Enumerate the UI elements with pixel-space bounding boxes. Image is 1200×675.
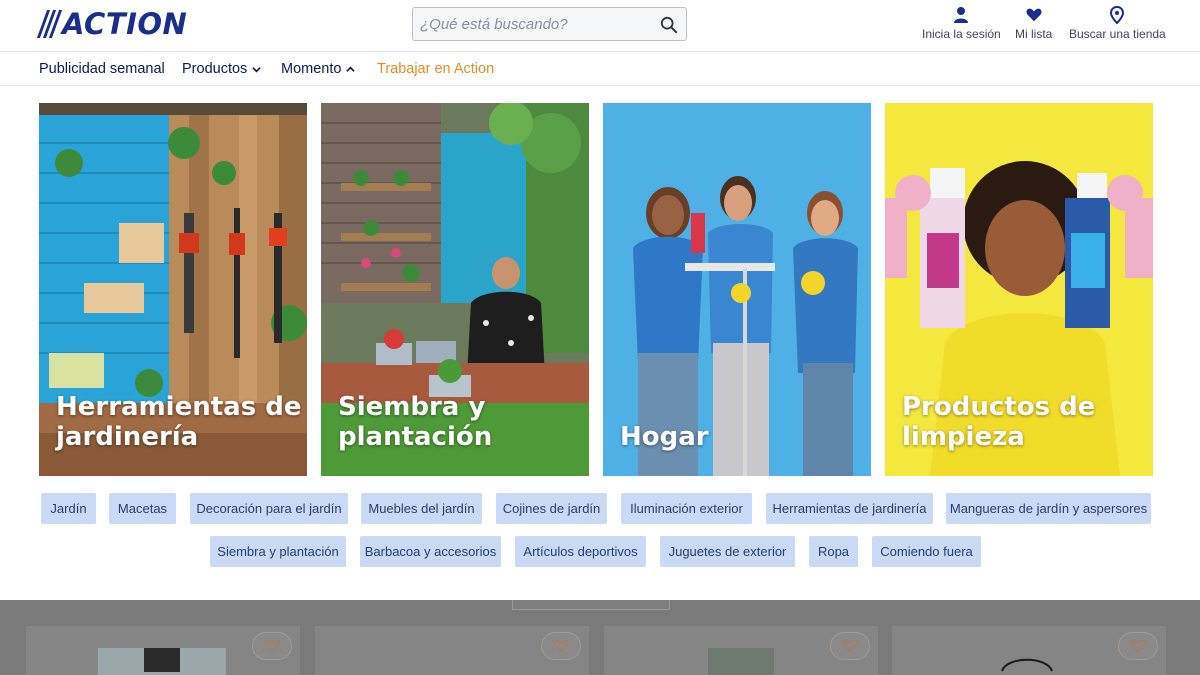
- my-list-label: Mi lista: [1015, 27, 1053, 41]
- heart-outline-icon: [553, 639, 569, 653]
- chip-ropa[interactable]: Ropa: [809, 536, 858, 567]
- nav-products[interactable]: Productos: [182, 61, 261, 77]
- search-icon[interactable]: [660, 16, 678, 34]
- card-title: Siembra y plantación: [338, 392, 493, 452]
- chip-juguetes-exterior[interactable]: Juguetes de exterior: [660, 536, 795, 567]
- find-store-label: Buscar una tienda: [1069, 27, 1166, 41]
- chip-herramientas-jardineria[interactable]: Herramientas de jardinería: [766, 493, 933, 524]
- chip-macetas[interactable]: Macetas: [109, 493, 176, 524]
- heart-outline-icon: [264, 639, 280, 653]
- chip-articulos-deportivos[interactable]: Artículos deportivos: [515, 536, 646, 567]
- main-nav: Publicidad semanal Productos Momento Tra…: [0, 52, 1200, 86]
- nav-jobs-label: Trabajar en Action: [377, 61, 495, 77]
- card-title: Productos de limpieza: [902, 392, 1096, 452]
- location-pin-icon: [1110, 6, 1125, 24]
- search-input[interactable]: [413, 15, 653, 33]
- search-bar: [412, 7, 687, 41]
- login-link[interactable]: Inicia la sesión: [922, 6, 1001, 41]
- nav-weekly-ads[interactable]: Publicidad semanal: [39, 61, 165, 77]
- action-logo[interactable]: ACTION: [36, 7, 188, 41]
- login-label: Inicia la sesión: [922, 27, 1001, 41]
- find-store-link[interactable]: Buscar una tienda: [1069, 6, 1166, 41]
- chip-siembra-plantacion[interactable]: Siembra y plantación: [210, 536, 346, 567]
- chip-mangueras-aspersores[interactable]: Mangueras de jardín y aspersores: [946, 493, 1151, 524]
- chip-cojines-jardin[interactable]: Cojines de jardín: [496, 493, 607, 524]
- category-card-garden-tools[interactable]: Herramientas de jardinería: [39, 103, 307, 476]
- home-image: [603, 103, 871, 476]
- chevron-down-icon: [252, 66, 261, 72]
- chevron-up-icon: [346, 66, 356, 72]
- chip-iluminacion-exterior[interactable]: Iluminación exterior: [621, 493, 752, 524]
- nav-jobs[interactable]: Trabajar en Action: [377, 61, 494, 77]
- chip-barbacoa-accesorios[interactable]: Barbacoa y accesorios: [360, 536, 501, 567]
- chip-muebles-jardin[interactable]: Muebles del jardín: [361, 493, 482, 524]
- my-list-link[interactable]: Mi lista: [1015, 6, 1052, 41]
- nav-moment-label: Momento: [281, 61, 342, 77]
- nav-moment[interactable]: Momento: [281, 61, 356, 77]
- nav-weekly-ads-label: Publicidad semanal: [39, 61, 165, 77]
- favorite-heart-button[interactable]: [1118, 632, 1158, 660]
- category-card-home[interactable]: Hogar: [603, 103, 871, 476]
- user-icon: [954, 7, 969, 23]
- site-header: ACTION Inicia la sesión Mi lista Buscar …: [0, 0, 1200, 52]
- nav-products-label: Productos: [182, 61, 248, 77]
- favorite-heart-button[interactable]: [830, 632, 870, 660]
- favorite-heart-button[interactable]: [252, 632, 292, 660]
- heart-outline-icon: [1130, 639, 1146, 653]
- moment-dropdown-panel: Herramientas de jardinería Siembra y pla…: [0, 86, 1200, 600]
- chip-comiendo-fuera[interactable]: Comiendo fuera: [872, 536, 981, 567]
- favorite-heart-button[interactable]: [541, 632, 581, 660]
- card-title: Hogar: [620, 422, 709, 452]
- chip-decoracion-jardin[interactable]: Decoración para el jardín: [190, 493, 348, 524]
- category-card-cleaning[interactable]: Productos de limpieza: [885, 103, 1153, 476]
- logo-stripes-icon: [36, 10, 63, 38]
- logo-text: ACTION: [62, 7, 188, 41]
- category-card-sowing-planting[interactable]: Siembra y plantación: [321, 103, 589, 476]
- heart-outline-icon: [842, 639, 858, 653]
- card-title: Herramientas de jardinería: [56, 392, 302, 452]
- heart-icon: [1026, 8, 1042, 22]
- chip-jardin[interactable]: Jardín: [41, 493, 96, 524]
- background-tab: [512, 600, 670, 610]
